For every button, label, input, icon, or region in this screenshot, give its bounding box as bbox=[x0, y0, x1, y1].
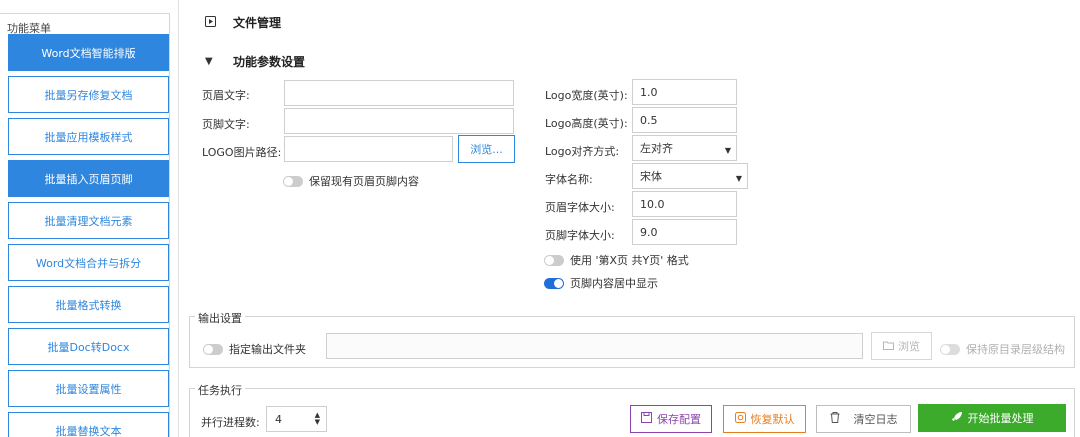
output-folder-input[interactable] bbox=[326, 333, 863, 359]
menu-item-button[interactable]: 批量插入页眉页脚 bbox=[8, 160, 169, 197]
clear-log-button[interactable]: 清空日志 bbox=[816, 405, 911, 433]
keep-structure-toggle[interactable]: 保持原目录层级结构 bbox=[940, 341, 1065, 357]
font-name-select[interactable]: 宋体 ▼ bbox=[632, 163, 748, 189]
keep-existing-label: 保留现有页眉页脚内容 bbox=[309, 175, 419, 188]
logo-path-input[interactable] bbox=[284, 136, 453, 162]
triangle-down-icon: ▼ bbox=[205, 56, 213, 67]
font-name-value: 宋体 bbox=[640, 170, 662, 183]
output-browse-button[interactable]: 浏览 bbox=[871, 332, 932, 360]
header-size-label: 页眉字体大小: bbox=[545, 201, 615, 214]
restore-default-button[interactable]: 恢复默认 bbox=[723, 405, 806, 433]
start-batch-button[interactable]: 开始批量处理 bbox=[918, 404, 1066, 432]
folder-icon bbox=[883, 340, 894, 353]
rocket-icon bbox=[951, 411, 963, 426]
header-text-label: 页眉文字: bbox=[202, 89, 250, 102]
logo-browse-button[interactable]: 浏览... bbox=[458, 135, 515, 163]
logo-path-label: LOGO图片路径: bbox=[202, 146, 282, 159]
menu-item-button[interactable]: Word文档智能排版 bbox=[8, 34, 169, 71]
menu-item-button[interactable]: 批量清理文档元素 bbox=[8, 202, 169, 239]
clear-log-label: 清空日志 bbox=[853, 413, 898, 426]
logo-align-value: 左对齐 bbox=[640, 142, 673, 155]
footer-text-label: 页脚文字: bbox=[202, 118, 250, 131]
save-config-label: 保存配置 bbox=[657, 413, 701, 426]
restore-default-label: 恢复默认 bbox=[750, 413, 795, 426]
footer-text-input[interactable] bbox=[284, 108, 514, 134]
page-format-label: 使用 '第X页 共Y页' 格式 bbox=[570, 254, 689, 267]
footer-center-toggle[interactable]: 页脚内容居中显示 bbox=[544, 275, 658, 291]
keep-structure-label: 保持原目录层级结构 bbox=[966, 343, 1065, 356]
restore-icon bbox=[734, 412, 746, 426]
logo-width-label: Logo宽度(英寸): bbox=[545, 89, 628, 102]
footer-center-label: 页脚内容居中显示 bbox=[570, 277, 658, 290]
params-header[interactable]: ▼ 功能参数设置 bbox=[205, 53, 305, 70]
logo-height-input[interactable]: 0.5 bbox=[632, 107, 737, 133]
page-format-toggle[interactable]: 使用 '第X页 共Y页' 格式 bbox=[544, 252, 689, 268]
menu-item-button[interactable]: 批量替换文本 bbox=[8, 412, 169, 437]
output-settings-title: 输出设置 bbox=[195, 310, 245, 326]
task-title: 任务执行 bbox=[195, 382, 245, 398]
keep-existing-toggle[interactable]: 保留现有页眉页脚内容 bbox=[283, 173, 419, 189]
threads-spinbox[interactable]: 4 ▲ ▼ bbox=[266, 406, 327, 432]
toggle-switch-icon bbox=[203, 343, 223, 355]
output-browse-label: 浏览 bbox=[898, 340, 920, 353]
footer-size-label: 页脚字体大小: bbox=[545, 229, 615, 242]
logo-align-label: Logo对齐方式: bbox=[545, 145, 620, 158]
toggle-switch-icon bbox=[544, 254, 564, 266]
panel-divider bbox=[178, 0, 179, 437]
logo-align-select[interactable]: 左对齐 ▼ bbox=[632, 135, 737, 161]
threads-label: 并行进程数: bbox=[201, 416, 260, 429]
save-icon bbox=[641, 412, 652, 426]
logo-width-input[interactable]: 1.0 bbox=[632, 79, 737, 105]
toggle-switch-icon bbox=[940, 343, 960, 355]
threads-value: 4 bbox=[275, 412, 282, 426]
specify-folder-label: 指定输出文件夹 bbox=[229, 343, 306, 356]
menu-item-button[interactable]: 批量Doc转Docx bbox=[8, 328, 169, 365]
header-size-input[interactable]: 10.0 bbox=[632, 191, 737, 217]
logo-height-label: Logo高度(英寸): bbox=[545, 117, 628, 130]
play-square-icon bbox=[205, 15, 217, 30]
start-batch-label: 开始批量处理 bbox=[967, 412, 1034, 425]
font-name-label: 字体名称: bbox=[545, 173, 593, 186]
specify-folder-toggle[interactable]: 指定输出文件夹 bbox=[203, 341, 306, 357]
save-config-button[interactable]: 保存配置 bbox=[630, 405, 712, 433]
file-management-header[interactable]: 文件管理 bbox=[205, 14, 281, 31]
menu-item-button[interactable]: 批量格式转换 bbox=[8, 286, 169, 323]
header-text-input[interactable] bbox=[284, 80, 514, 106]
params-title: 功能参数设置 bbox=[233, 55, 306, 69]
menu-item-button[interactable]: 批量另存修复文档 bbox=[8, 76, 169, 113]
chevron-down-icon: ▼ bbox=[724, 146, 731, 155]
toggle-switch-icon bbox=[544, 277, 564, 289]
trash-icon bbox=[830, 412, 840, 426]
footer-size-input[interactable]: 9.0 bbox=[632, 219, 737, 245]
menu-item-button[interactable]: Word文档合并与拆分 bbox=[8, 244, 169, 281]
menu-item-button[interactable]: 批量应用模板样式 bbox=[8, 118, 169, 155]
menu-item-button[interactable]: 批量设置属性 bbox=[8, 370, 169, 407]
toggle-switch-icon bbox=[283, 175, 303, 187]
file-management-title: 文件管理 bbox=[233, 16, 282, 30]
spin-arrows-icon[interactable]: ▲ ▼ bbox=[315, 412, 320, 426]
chevron-down-icon: ▼ bbox=[735, 174, 742, 183]
